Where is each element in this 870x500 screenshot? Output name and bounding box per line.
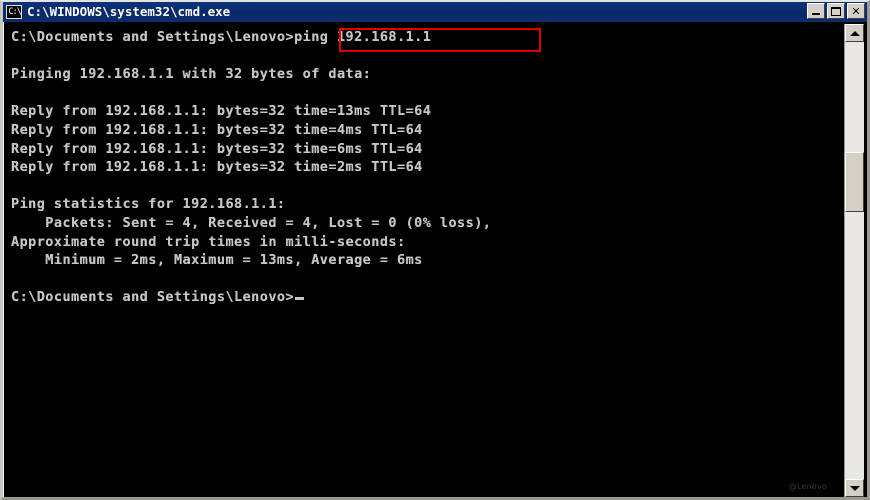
window-title: C:\WINDOWS\system32\cmd.exe bbox=[27, 4, 231, 19]
console-line: Reply from 192.168.1.1: bytes=32 time=13… bbox=[11, 103, 432, 120]
close-button[interactable]: ✕ bbox=[847, 3, 865, 19]
console-line: Ping statistics for 192.168.1.1: bbox=[11, 196, 286, 213]
console-line: Approximate round trip times in milli-se… bbox=[11, 233, 406, 250]
console-output-area[interactable]: C:\Documents and Settings\Lenovo>ping 19… bbox=[6, 24, 849, 497]
chevron-down-icon bbox=[849, 485, 860, 491]
scrollbar-thumb[interactable] bbox=[845, 152, 864, 212]
scroll-up-button[interactable] bbox=[845, 24, 864, 42]
console-line: Reply from 192.168.1.1: bytes=32 time=2m… bbox=[11, 159, 423, 176]
console-line: Packets: Sent = 4, Received = 4, Lost = … bbox=[11, 214, 492, 231]
console-line: Reply from 192.168.1.1: bytes=32 time=6m… bbox=[11, 140, 423, 157]
console-text-block: C:\Documents and Settings\Lenovo>ping 19… bbox=[11, 28, 849, 497]
chevron-up-icon bbox=[849, 30, 860, 36]
console-prompt-line: C:\Documents and Settings\Lenovo> bbox=[11, 288, 849, 307]
console-line: C:\Documents and Settings\Lenovo>ping 19… bbox=[11, 29, 432, 45]
watermark-text: @Lenovo bbox=[788, 482, 827, 491]
title-bar[interactable]: C:\ C:\WINDOWS\system32\cmd.exe ✕ bbox=[3, 2, 867, 22]
vertical-scrollbar[interactable] bbox=[844, 24, 864, 497]
text-cursor bbox=[295, 297, 305, 301]
close-icon: ✕ bbox=[851, 4, 861, 18]
console-line: Reply from 192.168.1.1: bytes=32 time=4m… bbox=[11, 121, 423, 138]
minimize-icon bbox=[812, 13, 820, 15]
cmd-window: C:\ C:\WINDOWS\system32\cmd.exe ✕ C:\Doc… bbox=[0, 0, 870, 500]
minimize-button[interactable] bbox=[807, 3, 825, 19]
maximize-button[interactable] bbox=[827, 3, 845, 19]
maximize-icon bbox=[831, 6, 841, 16]
console-line: Minimum = 2ms, Maximum = 13ms, Average =… bbox=[11, 252, 423, 269]
prompt-text: C:\Documents and Settings\Lenovo> bbox=[11, 289, 295, 306]
console-line: Pinging 192.168.1.1 with 32 bytes of dat… bbox=[11, 66, 372, 83]
cmd-icon-text: C:\ bbox=[8, 7, 21, 17]
window-controls: ✕ bbox=[807, 3, 865, 19]
scroll-down-button[interactable] bbox=[845, 479, 864, 497]
cmd-icon[interactable]: C:\ bbox=[6, 5, 22, 19]
